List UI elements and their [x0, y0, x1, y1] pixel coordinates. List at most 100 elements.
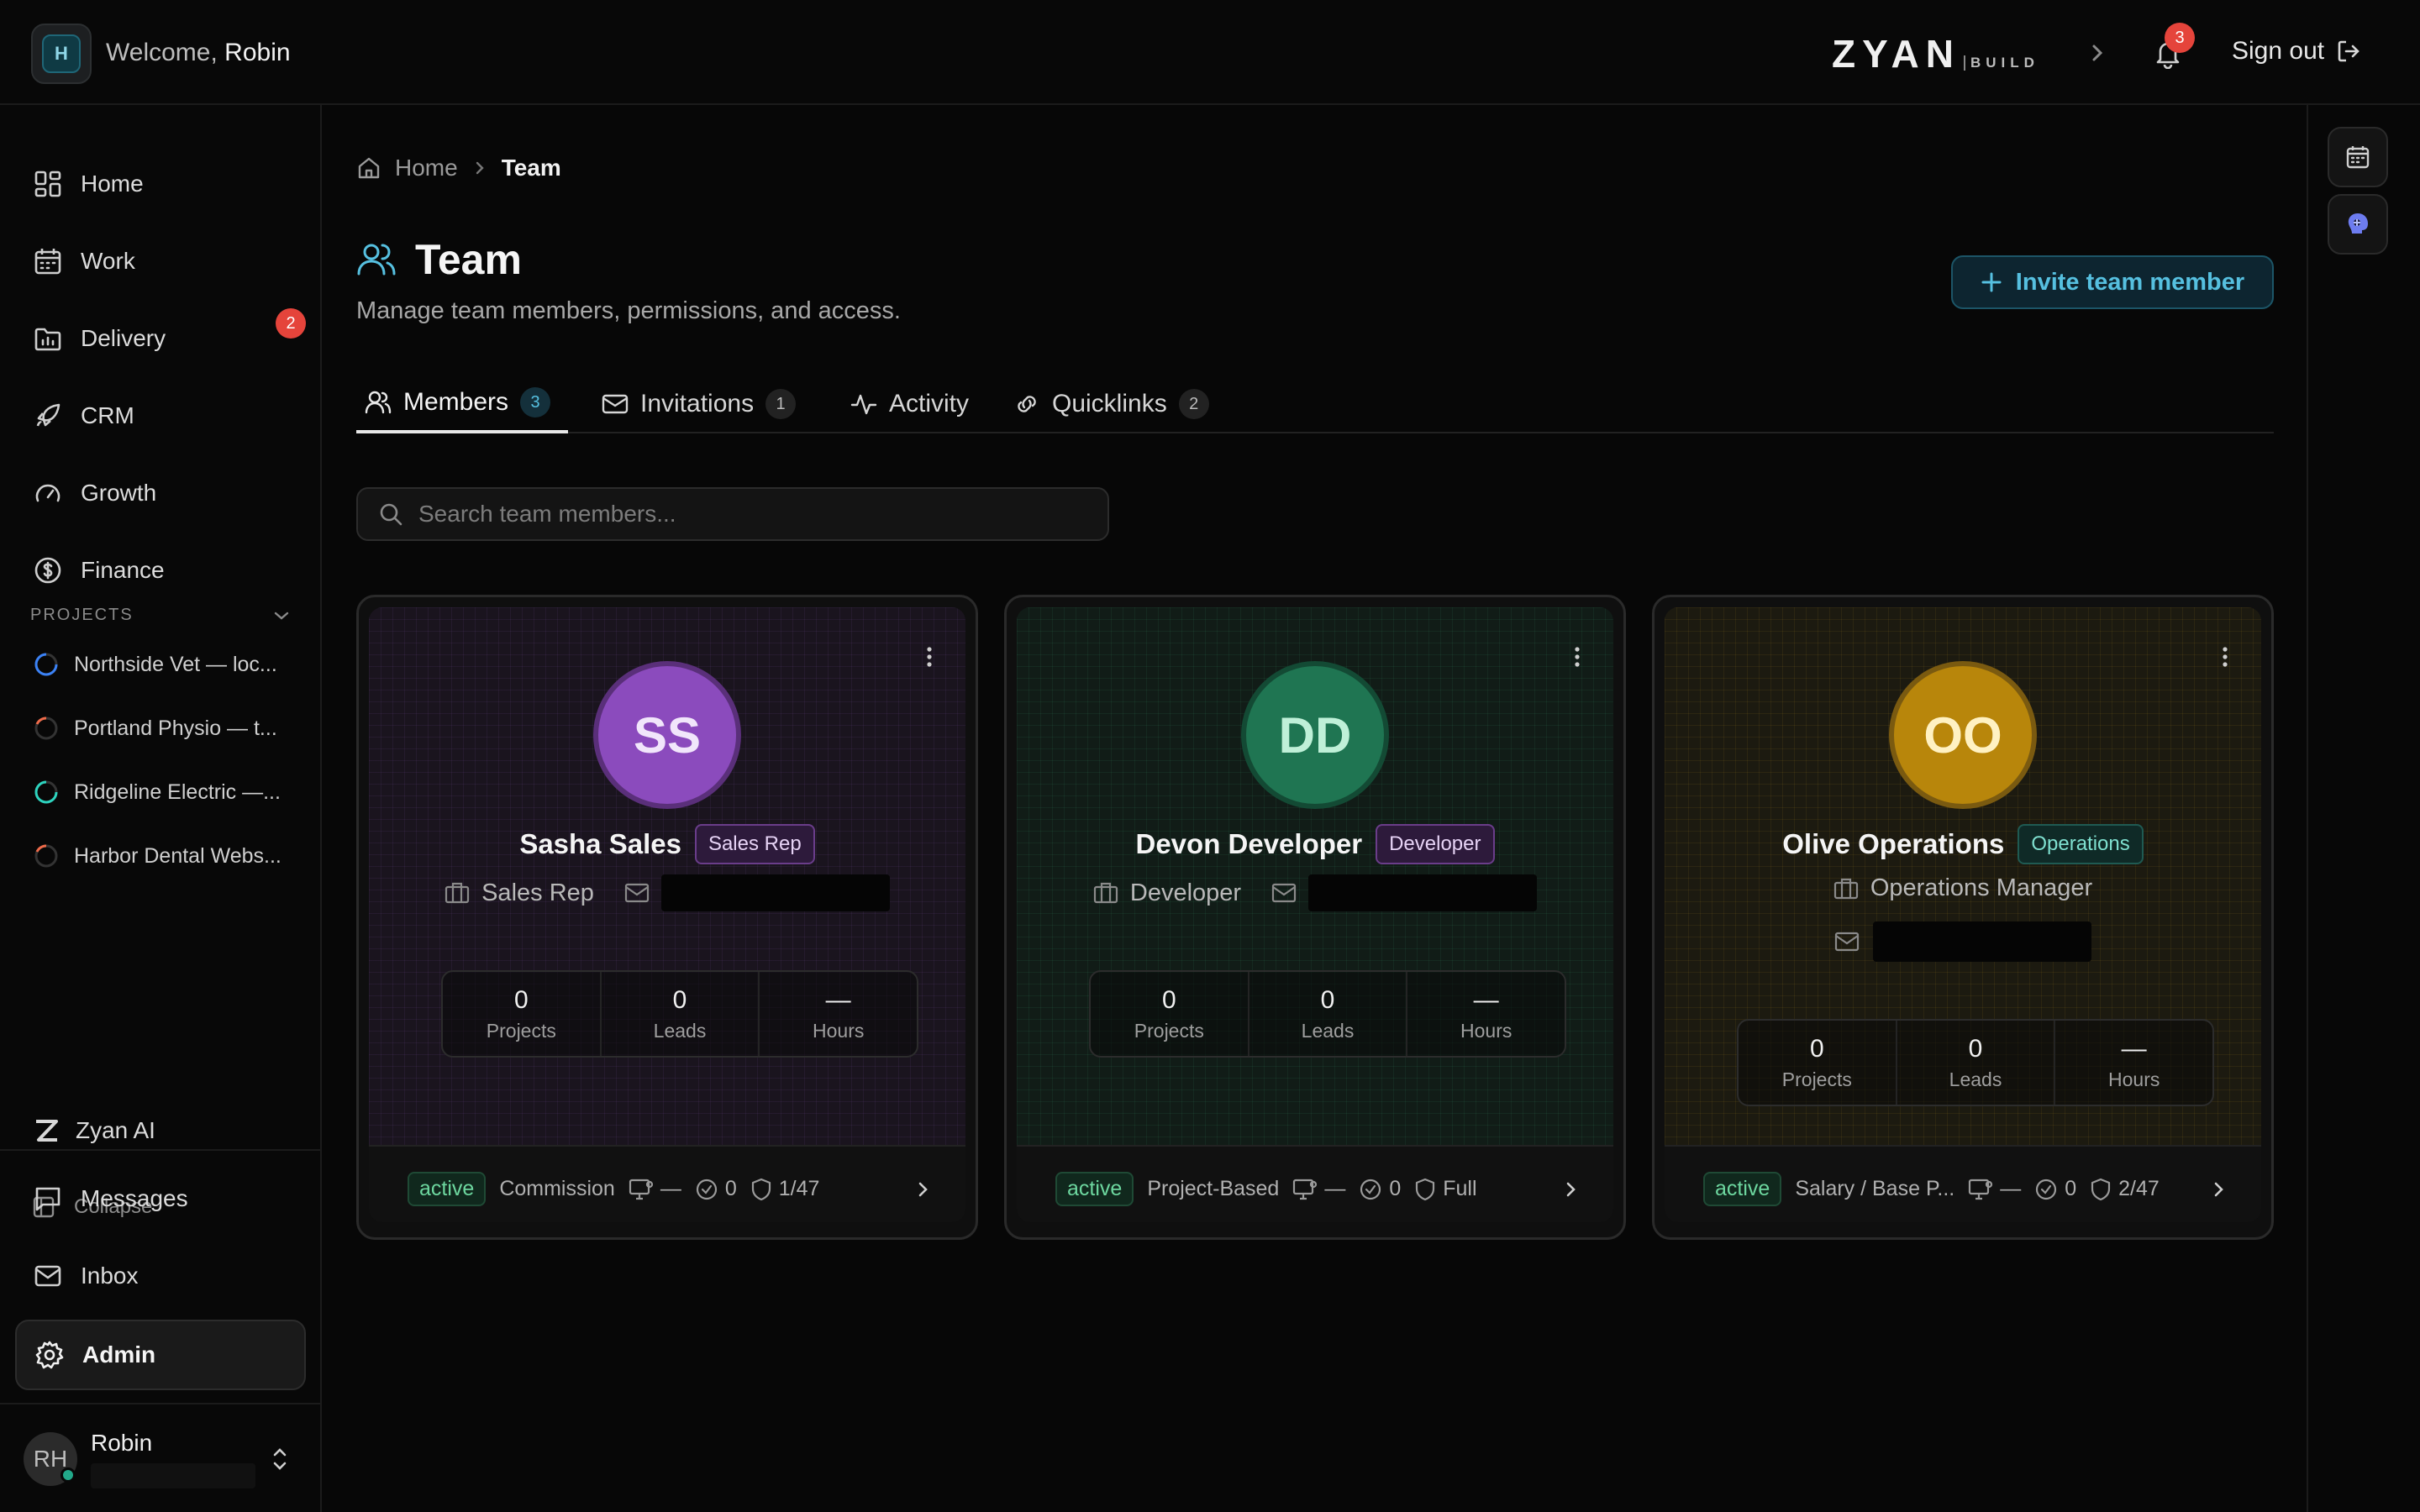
chevron-right-icon[interactable] [2211, 1178, 2228, 1201]
email-redacted [1308, 874, 1538, 911]
chevron-right-icon[interactable] [1563, 1178, 1580, 1201]
sidebar-item-delivery[interactable]: Delivery 2 [15, 308, 306, 369]
sidebar-item-work[interactable]: Work [15, 231, 306, 291]
member-avatar: SS [593, 661, 741, 809]
access-info: 1/47 [750, 1177, 819, 1201]
activity-icon [850, 391, 877, 417]
sidebar-item-growth[interactable]: Growth [15, 463, 306, 523]
sidebar-item-messages[interactable]: Messages [15, 1168, 306, 1229]
briefcase-icon [1833, 877, 1859, 900]
project-label: Harbor Dental Webs... [74, 843, 281, 868]
stat-leads: 0 Leads [1897, 1021, 2056, 1105]
member-card-inner: DD Devon Developer Developer Developer 0… [1017, 607, 1613, 1222]
status-badge: active [1703, 1172, 1782, 1206]
sidebar-item-admin[interactable]: Admin [15, 1320, 306, 1390]
stat-value: 0 [513, 985, 529, 1014]
footer-row: active Commission — 0 1/47 [408, 1172, 932, 1206]
zyan-ai-button[interactable]: Zyan AI [32, 1117, 155, 1144]
tab-invitations[interactable]: Invitations 1 [593, 375, 804, 433]
breadcrumb-home-link[interactable]: Home [356, 155, 458, 181]
sidebar-item-label: Growth [81, 480, 157, 506]
role-badge: Sales Rep [694, 824, 815, 864]
dashboard-icon [32, 168, 64, 200]
sidebar-project-item[interactable]: Portland Physio — t... [34, 711, 294, 745]
stat-value: — [825, 985, 851, 1014]
search-input[interactable] [418, 501, 1091, 528]
sidebar-item-crm[interactable]: CRM [15, 386, 306, 446]
stat-label: Leads [1301, 1019, 1355, 1042]
sidebar-project-item[interactable]: Harbor Dental Webs... [34, 839, 294, 873]
sidebar-item-finance[interactable]: Finance [15, 540, 306, 601]
sidebar-project-item[interactable]: Northside Vet — loc... [34, 648, 294, 681]
sidebar-item-home[interactable]: Home [15, 154, 306, 214]
calendar-rail-button[interactable] [2328, 127, 2388, 187]
pay-type: Commission [499, 1177, 615, 1200]
brand-logo[interactable]: ZYAN BUILD [1832, 34, 2039, 73]
more-options-icon[interactable] [2221, 644, 2229, 669]
tab-members[interactable]: Members 3 [356, 375, 568, 433]
project-progress-icon [34, 843, 59, 869]
access-info: 2/47 [2090, 1177, 2160, 1201]
stat-value: 0 [1809, 1034, 1824, 1063]
sign-out-button[interactable]: Sign out [2232, 37, 2361, 66]
sidebar-item-label: CRM [81, 402, 134, 428]
member-card[interactable]: DD Devon Developer Developer Developer 0… [1004, 595, 1626, 1240]
member-meta-row: Developer [1017, 874, 1613, 911]
more-options-icon[interactable] [925, 644, 934, 669]
project-label: Portland Physio — t... [74, 716, 277, 740]
stat-label: Leads [653, 1019, 707, 1042]
member-name-row: Olive Operations Operations [1665, 824, 2261, 864]
briefcase-icon [1093, 881, 1118, 905]
tab-label: Quicklinks [1052, 390, 1167, 417]
stat-hours: — Hours [1407, 972, 1565, 1056]
status-badge: active [1055, 1172, 1134, 1206]
device-value: — [2000, 1177, 2022, 1200]
project-label: Ridgeline Electric —... [74, 780, 281, 804]
rocket-icon [32, 400, 64, 432]
tasks-info: 0 [2034, 1177, 2076, 1201]
footer-row: active Project-Based — 0 Full [1055, 1172, 1580, 1206]
stat-label: Hours [813, 1019, 865, 1042]
member-card[interactable]: SS Sasha Sales Sales Rep Sales Rep 0 Proj… [356, 595, 978, 1240]
sidebar-item-inbox[interactable]: Inbox [15, 1246, 306, 1306]
invite-team-member-button[interactable]: Invite team member [1951, 255, 2274, 309]
ai-assistant-rail-button[interactable] [2328, 194, 2388, 255]
monitor-icon [1969, 1179, 1993, 1200]
chart-folder-icon [32, 323, 64, 354]
chevron-right-icon[interactable] [915, 1178, 932, 1201]
member-name: Olive Operations [1782, 828, 2005, 859]
more-options-icon[interactable] [1573, 644, 1581, 669]
check-circle-icon [1360, 1179, 1381, 1200]
stat-label: Projects [1781, 1068, 1852, 1090]
member-card-footer: active Salary / Base P... — 0 2/47 [1665, 1145, 2261, 1222]
dollar-icon [32, 554, 64, 586]
brand-sub-text: BUILD [1964, 55, 2039, 71]
mail-icon [1834, 931, 1860, 953]
search-box[interactable] [356, 487, 1109, 541]
footer-row: active Salary / Base P... — 0 2/47 [1703, 1172, 2228, 1206]
mail-icon [602, 391, 629, 417]
sidebar-item-label: Delivery [81, 325, 166, 351]
notification-count-badge: 3 [2165, 23, 2195, 53]
workspace-logo-button[interactable]: H [31, 24, 92, 84]
sidebar-item-label: Admin [82, 1341, 156, 1368]
sidebar-item-label: Messages [81, 1185, 188, 1211]
stat-label: Projects [486, 1019, 556, 1042]
chevron-right-icon[interactable] [2089, 41, 2106, 65]
chevron-up-down-icon[interactable] [271, 1445, 289, 1473]
member-mail-row [1665, 921, 2261, 962]
tab-activity[interactable]: Activity [842, 375, 977, 433]
zyan-ai-label: Zyan AI [76, 1117, 155, 1143]
check-circle-icon [2036, 1179, 2057, 1200]
tab-count-badge: 2 [1178, 389, 1209, 419]
stat-hours: — Hours [760, 972, 917, 1056]
stat-value: 0 [1161, 985, 1176, 1014]
member-card[interactable]: OO Olive Operations Operations Operation… [1652, 595, 2274, 1240]
tab-quicklinks[interactable]: Quicklinks 2 [1005, 375, 1218, 433]
top-bar: H Welcome, Robin ZYAN BUILD 3 Sign out [0, 0, 2420, 105]
breadcrumb-current: Team [501, 155, 561, 181]
plus-icon [1981, 271, 2002, 293]
sidebar-project-item[interactable]: Ridgeline Electric —... [34, 775, 294, 809]
projects-section-header[interactable]: PROJECTS [30, 606, 291, 625]
welcome-text: Welcome, Robin [106, 39, 291, 67]
